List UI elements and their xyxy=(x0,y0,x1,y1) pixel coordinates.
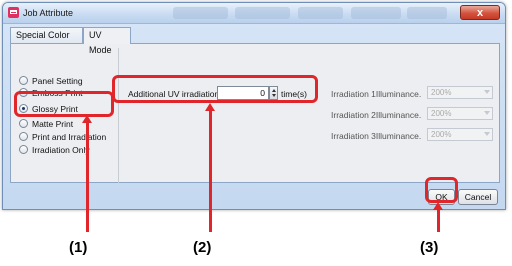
callout-2-arrow-line xyxy=(209,110,212,232)
radio-print-and-irradiation[interactable]: Print and Irradiation xyxy=(19,131,106,142)
title-bar[interactable]: Job Attribute x xyxy=(3,3,505,24)
dropdown-arrow-icon xyxy=(484,111,490,115)
radio-irradiation-only[interactable]: Irradiation Only xyxy=(19,144,90,155)
callout-1-arrow-line xyxy=(86,122,89,232)
background-blur xyxy=(235,7,290,19)
window-title: Job Attribute xyxy=(23,8,74,18)
callout-2-arrow-head-icon xyxy=(205,103,215,111)
irradiation-3-label: Irradiation 3Illuminance. xyxy=(331,131,422,141)
radio-icon xyxy=(19,145,28,154)
radio-label: Print and Irradiation xyxy=(32,131,107,142)
irradiation-1-select[interactable]: 200% xyxy=(427,86,493,99)
background-blur xyxy=(298,7,343,19)
dropdown-arrow-icon xyxy=(484,90,490,94)
radio-label: Panel Setting xyxy=(32,75,83,86)
irradiation-3-value: 200% xyxy=(431,130,452,139)
close-button[interactable]: x xyxy=(460,5,500,20)
highlight-uv-irradiation xyxy=(112,75,318,103)
callout-3-arrow-head-icon xyxy=(433,202,443,210)
radio-matte-print[interactable]: Matte Print xyxy=(19,118,73,129)
radio-panel-setting[interactable]: Panel Setting xyxy=(19,75,83,86)
radio-label: Irradiation Only xyxy=(32,144,90,155)
radio-label: Matte Print xyxy=(32,118,74,129)
background-blur xyxy=(351,7,401,19)
tab-strip: Special Color UV Mode xyxy=(10,27,500,55)
irradiation-2-select[interactable]: 200% xyxy=(427,107,493,120)
radio-icon xyxy=(19,119,28,128)
irradiation-2-value: 200% xyxy=(431,109,452,118)
app-icon xyxy=(8,7,19,18)
tab-special-color[interactable]: Special Color xyxy=(10,27,83,43)
tab-uv-mode[interactable]: UV Mode xyxy=(83,27,131,55)
background-blur xyxy=(173,7,228,19)
callout-1-arrow-head-icon xyxy=(82,115,92,123)
cancel-button[interactable]: Cancel xyxy=(458,189,498,205)
irradiation-3-select[interactable]: 200% xyxy=(427,128,493,141)
dropdown-arrow-icon xyxy=(484,132,490,136)
highlight-ok-button xyxy=(425,177,458,203)
callout-label-1: (1) xyxy=(69,239,88,256)
irradiation-1-value: 200% xyxy=(431,88,452,97)
highlight-glossy-print xyxy=(14,91,114,117)
radio-icon xyxy=(19,76,28,85)
background-blur xyxy=(407,7,447,19)
callout-label-3: (3) xyxy=(420,239,439,256)
callout-label-2: (2) xyxy=(193,239,212,256)
radio-icon xyxy=(19,132,28,141)
irradiation-1-label: Irradiation 1Illuminance. xyxy=(331,89,422,99)
callout-3-arrow-line xyxy=(437,209,440,232)
irradiation-2-label: Irradiation 2Illuminance. xyxy=(331,110,422,120)
